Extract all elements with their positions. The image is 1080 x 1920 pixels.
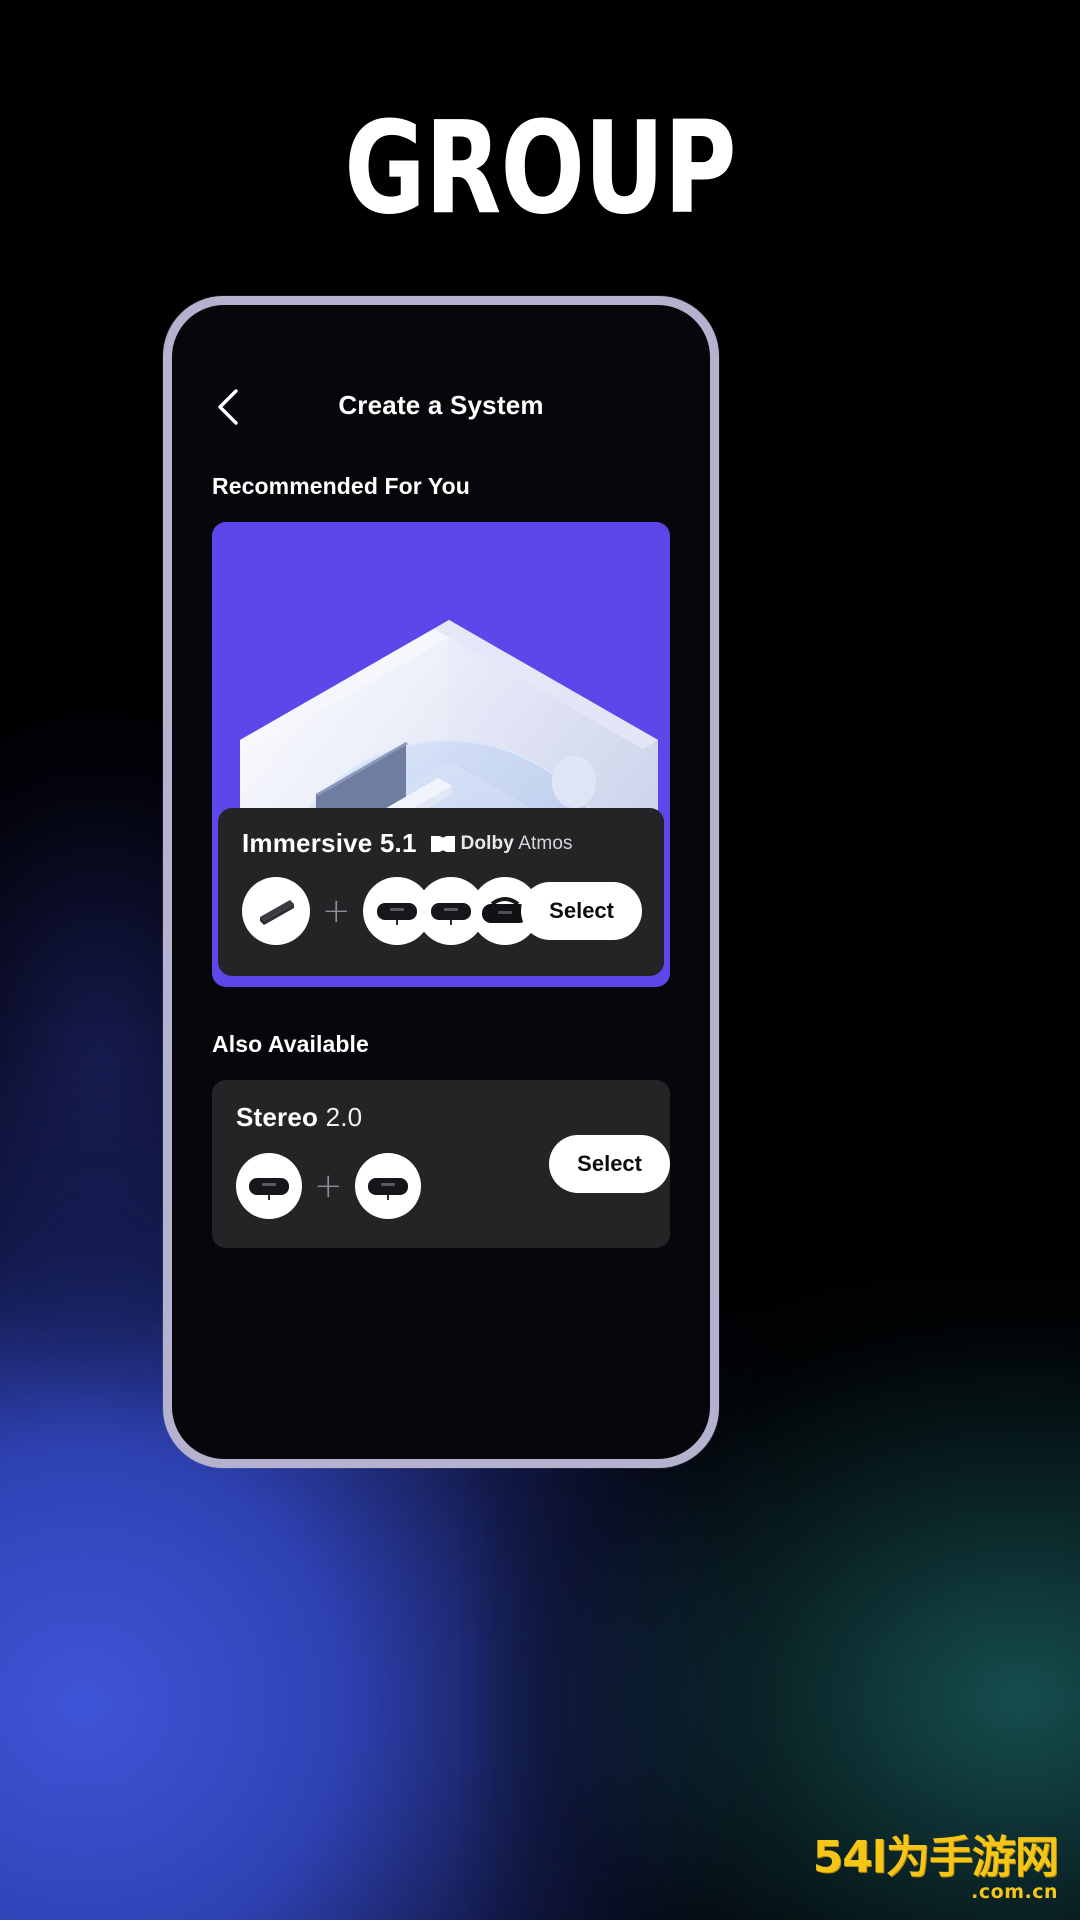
phone-screen: Create a System Recommended For You Imme…	[172, 305, 710, 1459]
dolby-atmos-badge: Dolby Atmos	[430, 833, 573, 855]
chevron-left-icon	[218, 389, 238, 425]
speaker-icon	[376, 903, 417, 925]
speaker-icon	[430, 903, 471, 925]
dolby-double-d-icon	[430, 835, 455, 852]
stereo-title-bold: Stereo	[236, 1102, 319, 1132]
section-label-also-available: Also Available	[212, 1031, 369, 1057]
back-button[interactable]	[206, 385, 250, 429]
page-root: GROUP Create a System Recommended For Yo…	[0, 0, 1080, 1920]
app-header: Create a System	[172, 305, 710, 433]
section-label-recommended: Recommended For You	[212, 473, 470, 499]
page-title: GROUP	[344, 95, 736, 243]
stereo-system-card[interactable]: Stereo 2.0 + Select	[212, 1080, 670, 1248]
app-title: Create a System	[338, 390, 544, 420]
recommended-info-panel: Immersive 5.1 Dolby Atmos + Select	[218, 808, 664, 976]
recommended-system-card[interactable]: Immersive 5.1 Dolby Atmos + Select	[212, 522, 670, 987]
soundbar-icon	[260, 900, 294, 925]
watermark-main: 54l为手游网	[812, 1832, 1059, 1883]
stereo-title-light: 2.0	[325, 1102, 363, 1132]
dolby-brand: Dolby	[460, 832, 514, 854]
speaker-icon	[367, 1178, 408, 1200]
stereo-devices-row: + Select	[236, 1135, 670, 1219]
stereo-title: Stereo 2.0	[236, 1102, 648, 1133]
speaker-icon	[249, 1178, 289, 1200]
recommended-title: Immersive 5.1	[242, 828, 417, 858]
device-soundbar	[242, 877, 310, 945]
dolby-atmos-label: Dolby Atmos	[461, 833, 573, 855]
recommended-select-button[interactable]: Select	[521, 882, 642, 940]
watermark-sub: .com.cn	[971, 1881, 1058, 1903]
recommended-devices-row: + Select	[242, 877, 642, 945]
phone-mockup-frame: Create a System Recommended For You Imme…	[163, 296, 719, 1468]
recommended-title-row: Immersive 5.1 Dolby Atmos	[242, 828, 642, 859]
recommended-speaker-group	[362, 877, 539, 945]
site-watermark: 54l为手游网 .com.cn	[812, 1832, 1059, 1903]
device-speaker-right	[354, 1153, 421, 1219]
device-speaker-left	[236, 1153, 302, 1219]
stereo-select-button[interactable]: Select	[549, 1135, 670, 1193]
devices-separator: +	[314, 1166, 343, 1206]
devices-separator: +	[322, 891, 351, 931]
dolby-product: Atmos	[518, 832, 573, 854]
